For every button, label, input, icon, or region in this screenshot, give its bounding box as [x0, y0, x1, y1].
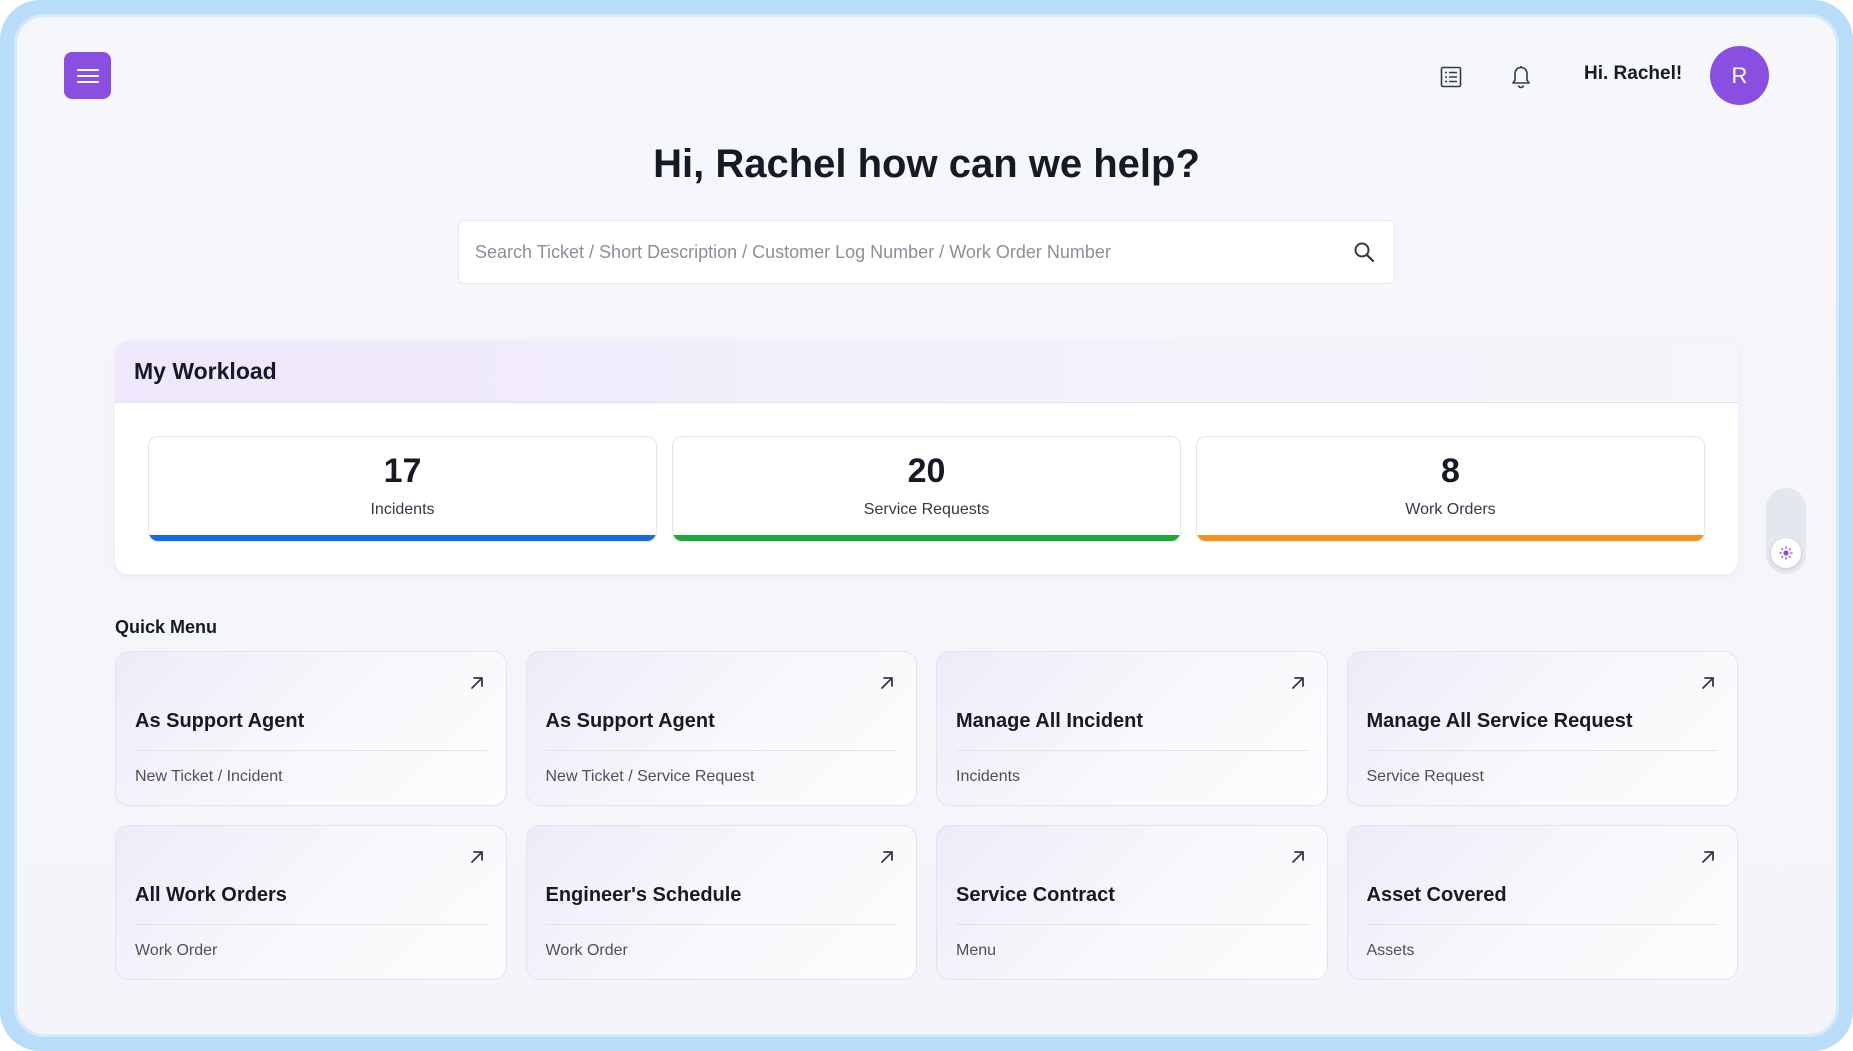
quick-menu-item-engineers-schedule[interactable]: Engineer's Schedule Work Order	[525, 825, 917, 980]
arrow-up-right-icon	[470, 851, 483, 863]
arrow-up-right-icon	[881, 851, 893, 863]
stat-value: 20	[907, 451, 946, 490]
quick-menu-item-title: As Support Agent	[135, 710, 487, 751]
stat-bar	[673, 535, 1180, 541]
search-input[interactable]	[475, 241, 1350, 263]
quick-menu-item-title: Manage All Incident	[956, 710, 1308, 751]
list-button[interactable]	[1436, 62, 1466, 92]
quick-menu-item-subtitle: New Ticket / Service Request	[545, 768, 755, 785]
arrow-up-right-icon	[470, 677, 483, 689]
arrow-up-right-icon	[1702, 677, 1714, 689]
workload-title: My Workload	[115, 341, 1738, 403]
quick-menu-item-subtitle: Work Order	[545, 942, 628, 959]
stat-bar	[1197, 535, 1704, 541]
quick-menu-item-subtitle: New Ticket / Incident	[135, 768, 283, 785]
stat-label: Work Orders	[1405, 500, 1496, 518]
stat-card-incidents[interactable]: 17 Incidents	[148, 436, 657, 542]
arrow-up-right-icon	[881, 677, 893, 689]
stat-value: 17	[383, 451, 422, 490]
search-button[interactable]	[1350, 238, 1378, 266]
quick-menu-item-title: Service Contract	[956, 884, 1308, 925]
quick-menu-item-manage-all-incident[interactable]: Manage All Incident Incidents	[936, 651, 1328, 806]
avatar[interactable]: R	[1710, 46, 1769, 105]
quick-menu-item-title: Engineer's Schedule	[545, 884, 897, 925]
search-icon	[1354, 242, 1375, 263]
arrow-up-right-icon	[1291, 677, 1304, 689]
quick-menu-item-support-agent-incident[interactable]: As Support Agent New Ticket / Incident	[115, 651, 507, 806]
quick-menu-item-manage-all-service-request[interactable]: Manage All Service Request Service Reque…	[1346, 651, 1738, 806]
stat-value: 8	[1441, 451, 1460, 490]
quick-menu-title: Quick Menu	[115, 617, 218, 637]
stat-label: Incidents	[370, 500, 435, 518]
quick-menu-item-title: Manage All Service Request	[1366, 710, 1718, 751]
page-title: Hi, Rachel how can we help?	[653, 142, 1200, 186]
menu-icon	[76, 68, 99, 83]
user-greeting: Hi. Rachel!	[1584, 63, 1683, 84]
quick-menu-item-subtitle: Incidents	[956, 768, 1021, 785]
search-box	[458, 220, 1395, 284]
notifications-button[interactable]	[1506, 62, 1536, 92]
quick-menu-item-subtitle: Menu	[956, 942, 997, 959]
quick-menu-grid: As Support Agent New Ticket / Incident A…	[115, 651, 1738, 980]
stat-label: Service Requests	[863, 500, 990, 518]
app-frame: Hi. Rachel! R Hi, Rachel how can we help…	[0, 0, 1853, 1051]
stat-bar	[149, 535, 656, 541]
menu-button[interactable]	[64, 52, 111, 99]
quick-menu-item-subtitle: Assets	[1366, 942, 1415, 959]
quick-menu-item-support-agent-service-request[interactable]: As Support Agent New Ticket / Service Re…	[525, 651, 917, 806]
quick-menu-item-asset-covered[interactable]: Asset Covered Assets	[1346, 825, 1738, 980]
quick-menu-item-title: All Work Orders	[135, 884, 487, 925]
quick-menu-item-subtitle: Service Request	[1366, 768, 1484, 785]
stat-card-service-requests[interactable]: 20 Service Requests	[672, 436, 1181, 542]
theme-toggle[interactable]	[1766, 488, 1806, 574]
sun-icon	[1779, 546, 1793, 560]
stat-card-work-orders[interactable]: 8 Work Orders	[1196, 436, 1705, 542]
quick-menu-item-title: As Support Agent	[545, 710, 897, 751]
list-icon	[1440, 66, 1462, 88]
quick-menu-item-subtitle: Work Order	[135, 942, 218, 959]
quick-menu-item-service-contract[interactable]: Service Contract Menu	[936, 825, 1328, 980]
my-workload-panel: My Workload 17 Incidents 20 Service Requ…	[115, 341, 1738, 574]
bell-icon	[1512, 66, 1530, 89]
workload-stats: 17 Incidents 20 Service Requests 8 Work …	[148, 436, 1705, 542]
toggle-knob	[1771, 538, 1801, 568]
arrow-up-right-icon	[1702, 851, 1714, 863]
arrow-up-right-icon	[1291, 851, 1304, 863]
quick-menu-item-title: Asset Covered	[1366, 884, 1718, 925]
quick-menu-item-all-work-orders[interactable]: All Work Orders Work Order	[115, 825, 507, 980]
app-window: Hi. Rachel! R Hi, Rachel how can we help…	[14, 14, 1839, 1037]
